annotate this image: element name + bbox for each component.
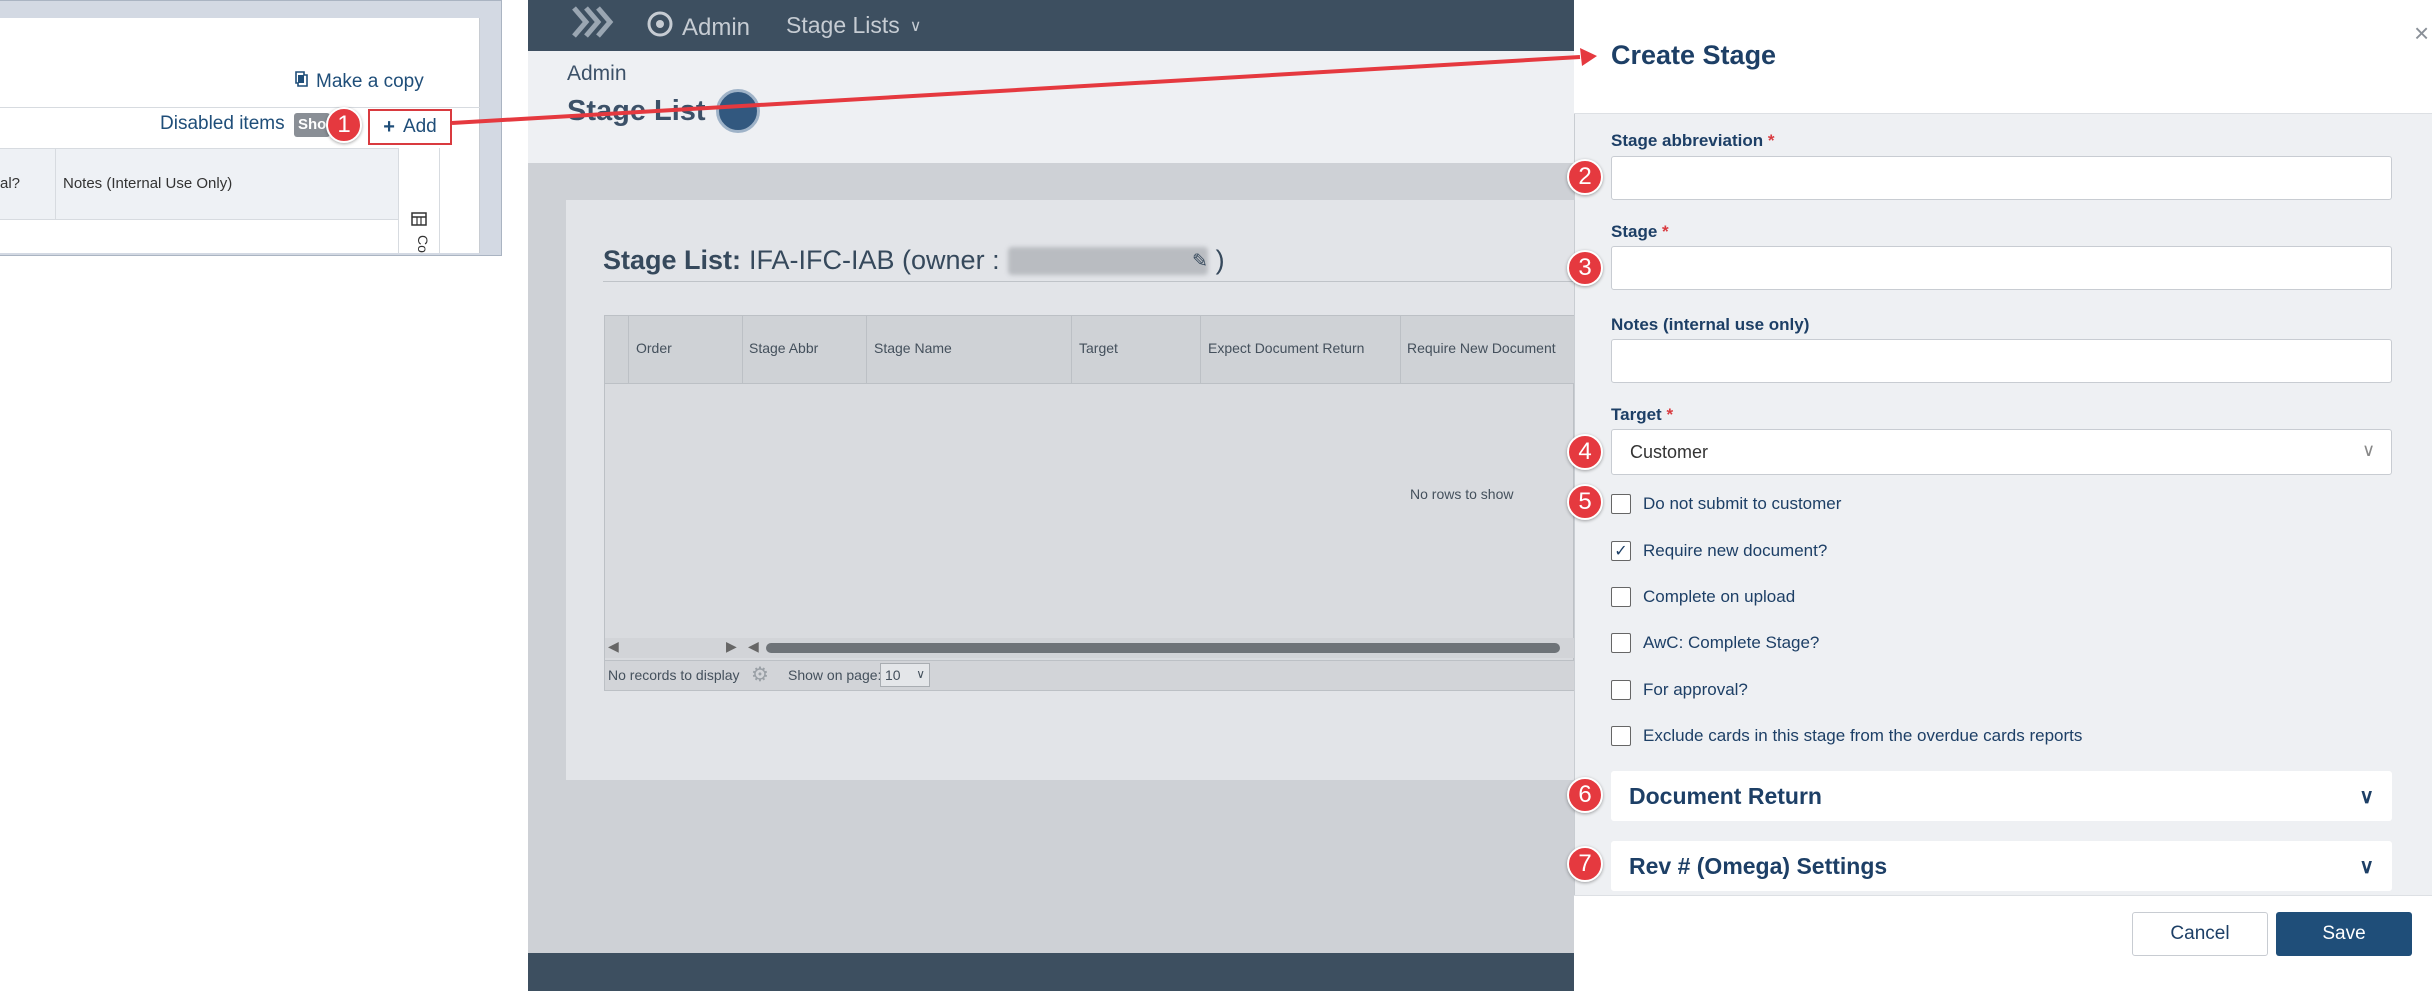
callout-badge: 3	[1567, 250, 1603, 286]
callout-badge: 7	[1567, 846, 1603, 882]
callout-badge: 2	[1567, 159, 1603, 195]
callout-badge: 6	[1567, 777, 1603, 813]
callout-badge: 4	[1567, 434, 1603, 470]
callout-badge: 1	[326, 107, 362, 143]
callout-badge: 5	[1567, 484, 1603, 520]
annotation-arrow	[451, 48, 1597, 125]
